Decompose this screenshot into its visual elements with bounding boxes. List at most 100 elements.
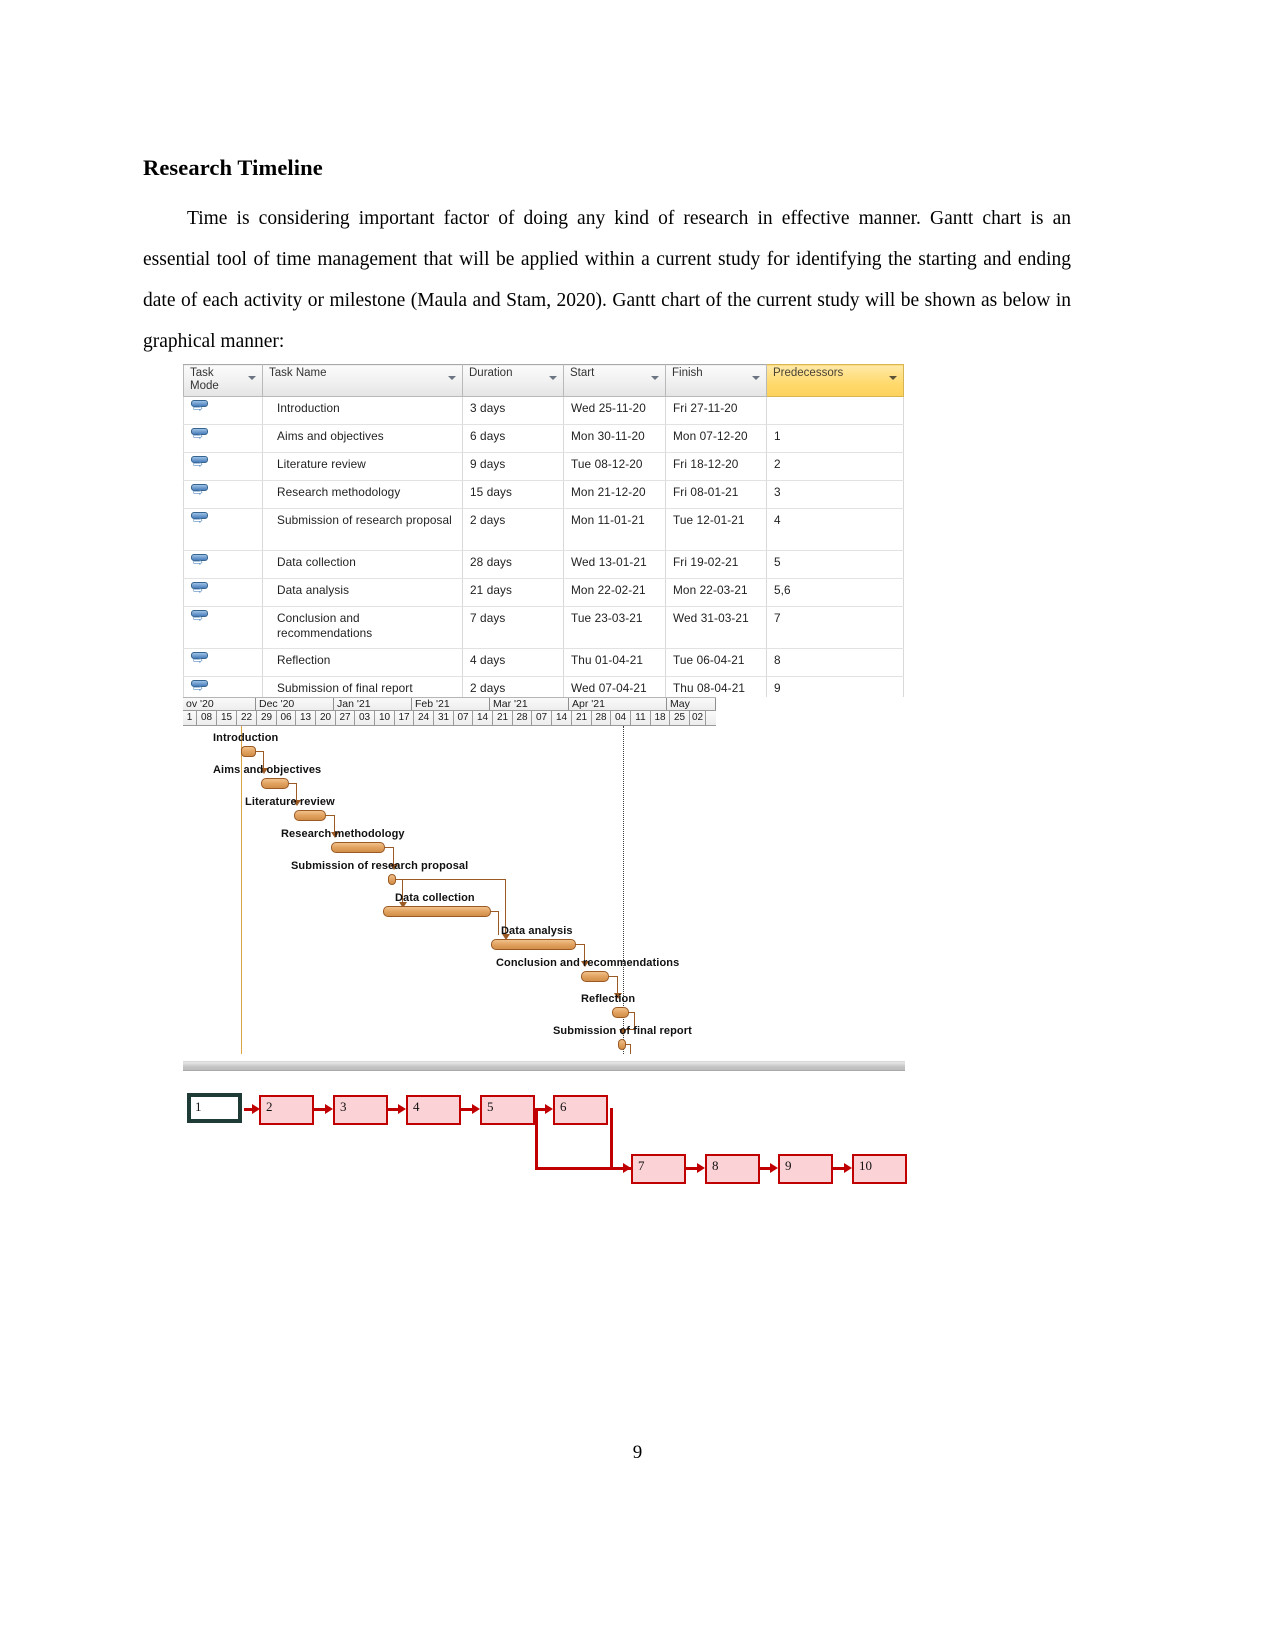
network-diagram[interactable]: 1 2 3 4 5 6 7 8 9 10 (183, 1078, 907, 1208)
table-row[interactable]: Aims and objectives 6 days Mon 30-11-20 … (183, 424, 904, 453)
finish-cell[interactable]: Fri 27-11-20 (665, 396, 767, 425)
pane-splitter[interactable] (183, 1061, 905, 1071)
task-mode-cell[interactable] (183, 606, 263, 649)
start-cell[interactable]: Mon 22-02-21 (563, 578, 666, 607)
chevron-down-icon[interactable] (248, 376, 256, 380)
table-row[interactable]: Introduction 3 days Wed 25-11-20 Fri 27-… (183, 396, 904, 425)
duration-cell[interactable]: 21 days (462, 578, 564, 607)
predecessors-cell[interactable]: 8 (766, 648, 904, 677)
duration-cell[interactable]: 9 days (462, 452, 564, 481)
chevron-down-icon[interactable] (549, 376, 557, 380)
predecessors-cell[interactable]: 5 (766, 550, 904, 579)
task-mode-cell[interactable] (183, 480, 263, 509)
table-row[interactable]: Conclusion and recommendations 7 days Tu… (183, 606, 904, 649)
gantt-bar[interactable] (294, 810, 326, 821)
network-node[interactable]: 8 (705, 1154, 760, 1184)
finish-cell[interactable]: Fri 08-01-21 (665, 480, 767, 509)
finish-cell[interactable]: Tue 06-04-21 (665, 648, 767, 677)
network-node[interactable]: 7 (631, 1154, 686, 1184)
predecessors-cell[interactable]: 3 (766, 480, 904, 509)
column-header-duration[interactable]: Duration (462, 364, 564, 397)
gantt-bar[interactable] (612, 1007, 629, 1018)
chevron-down-icon[interactable] (889, 376, 897, 380)
gantt-bar[interactable] (261, 778, 289, 789)
chevron-down-icon[interactable] (651, 376, 659, 380)
finish-cell[interactable]: Fri 18-12-20 (665, 452, 767, 481)
start-cell[interactable]: Wed 25-11-20 (563, 396, 666, 425)
task-name-cell[interactable]: Submission of research proposal (262, 508, 463, 551)
predecessors-cell[interactable]: 2 (766, 452, 904, 481)
finish-cell[interactable]: Mon 07-12-20 (665, 424, 767, 453)
start-cell[interactable]: Tue 08-12-20 (563, 452, 666, 481)
task-mode-cell[interactable] (183, 550, 263, 579)
task-name-cell[interactable]: Data collection (262, 550, 463, 579)
task-mode-cell[interactable] (183, 424, 263, 453)
task-name-cell[interactable]: Aims and objectives (262, 424, 463, 453)
network-node[interactable]: 9 (778, 1154, 833, 1184)
network-node[interactable]: 4 (406, 1095, 461, 1125)
task-mode-cell[interactable] (183, 508, 263, 551)
gantt-bar[interactable] (331, 842, 385, 853)
task-name-cell[interactable]: Research methodology (262, 480, 463, 509)
column-header-task-mode[interactable]: Task Mode (183, 364, 263, 397)
predecessors-cell[interactable]: 7 (766, 606, 904, 649)
task-name-cell[interactable]: Introduction (262, 396, 463, 425)
table-row[interactable]: Submission of research proposal 2 days M… (183, 508, 904, 551)
chevron-down-icon[interactable] (752, 376, 760, 380)
duration-cell[interactable]: 6 days (462, 424, 564, 453)
task-mode-cell[interactable] (183, 578, 263, 607)
network-node[interactable]: 3 (333, 1095, 388, 1125)
duration-cell[interactable]: 15 days (462, 480, 564, 509)
gantt-bar[interactable] (388, 874, 396, 885)
task-mode-cell[interactable] (183, 648, 263, 677)
task-mode-cell[interactable] (183, 452, 263, 481)
column-header-task-name[interactable]: Task Name (262, 364, 463, 397)
gantt-bar[interactable] (383, 906, 491, 917)
task-name-cell[interactable]: Conclusion and recommendations (262, 606, 463, 649)
start-cell[interactable]: Wed 13-01-21 (563, 550, 666, 579)
column-header-predecessors[interactable]: Predecessors (766, 364, 904, 397)
duration-cell[interactable]: 2 days (462, 508, 564, 551)
task-name-cell[interactable]: Data analysis (262, 578, 463, 607)
predecessors-cell[interactable]: 4 (766, 508, 904, 551)
chevron-down-icon[interactable] (448, 376, 456, 380)
start-cell[interactable]: Mon 30-11-20 (563, 424, 666, 453)
predecessors-cell[interactable]: 1 (766, 424, 904, 453)
gantt-bars-area[interactable]: Introduction Aims and objectives Literat… (183, 726, 905, 1062)
network-node[interactable]: 1 (187, 1093, 242, 1123)
finish-cell[interactable]: Fri 19-02-21 (665, 550, 767, 579)
duration-cell[interactable]: 3 days (462, 396, 564, 425)
predecessors-cell[interactable] (766, 396, 904, 425)
finish-cell[interactable]: Mon 22-03-21 (665, 578, 767, 607)
start-cell[interactable]: Tue 23-03-21 (563, 606, 666, 649)
gantt-bar[interactable] (581, 971, 609, 982)
duration-cell[interactable]: 7 days (462, 606, 564, 649)
gantt-bar[interactable] (618, 1039, 626, 1050)
task-name-cell[interactable]: Reflection (262, 648, 463, 677)
gantt-bar[interactable] (241, 746, 256, 757)
table-row[interactable]: Data collection 28 days Wed 13-01-21 Fri… (183, 550, 904, 579)
gantt-bar[interactable] (491, 939, 576, 950)
column-header-finish[interactable]: Finish (665, 364, 767, 397)
column-header-start[interactable]: Start (563, 364, 666, 397)
network-node[interactable]: 5 (480, 1095, 535, 1125)
start-cell[interactable]: Mon 21-12-20 (563, 480, 666, 509)
duration-cell[interactable]: 4 days (462, 648, 564, 677)
start-cell[interactable]: Mon 11-01-21 (563, 508, 666, 551)
start-cell[interactable]: Thu 01-04-21 (563, 648, 666, 677)
predecessors-cell[interactable]: 5,6 (766, 578, 904, 607)
network-node[interactable]: 6 (553, 1095, 608, 1125)
table-row[interactable]: Reflection 4 days Thu 01-04-21 Tue 06-04… (183, 648, 904, 677)
duration-cell[interactable]: 28 days (462, 550, 564, 579)
network-node[interactable]: 2 (259, 1095, 314, 1125)
table-row[interactable]: Literature review 9 days Tue 08-12-20 Fr… (183, 452, 904, 481)
table-row[interactable]: Research methodology 15 days Mon 21-12-2… (183, 480, 904, 509)
network-node[interactable]: 10 (852, 1154, 907, 1184)
task-mode-cell[interactable] (183, 396, 263, 425)
table-header-row: Task Mode Task Name Duration Start Finis… (183, 364, 904, 397)
gantt-chart[interactable]: ov '20 Dec '20 Jan '21 Feb '21 Mar '21 A… (183, 697, 905, 1062)
finish-cell[interactable]: Wed 31-03-21 (665, 606, 767, 649)
task-name-cell[interactable]: Literature review (262, 452, 463, 481)
finish-cell[interactable]: Tue 12-01-21 (665, 508, 767, 551)
table-row[interactable]: Data analysis 21 days Mon 22-02-21 Mon 2… (183, 578, 904, 607)
